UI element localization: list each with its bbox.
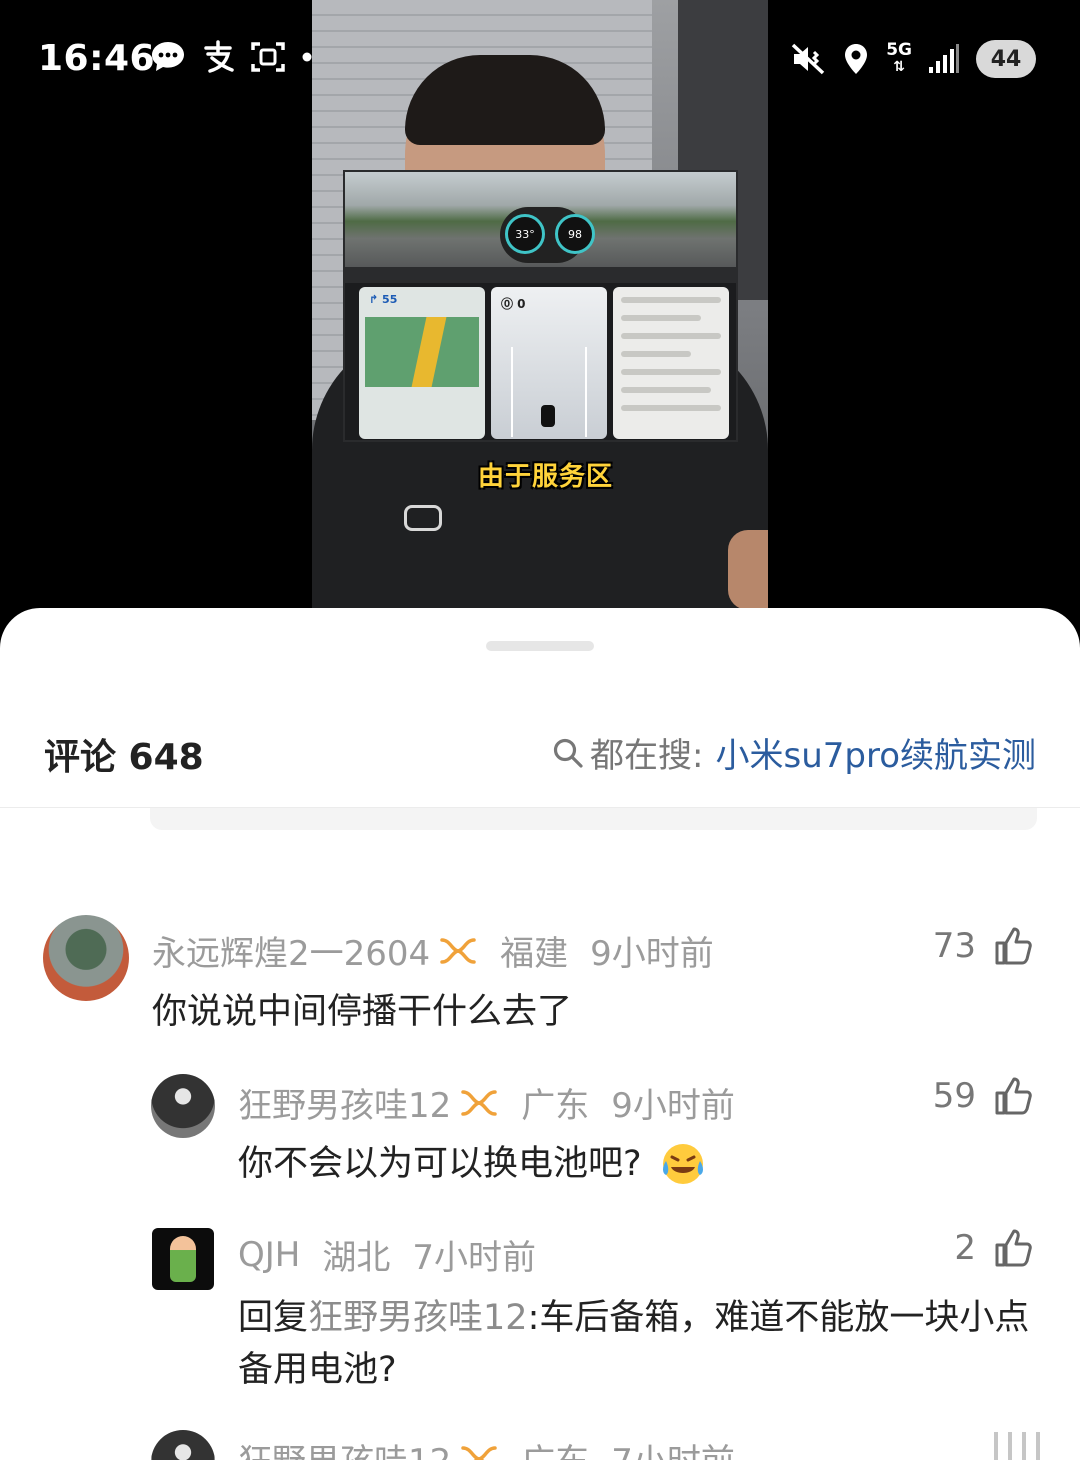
temperature-dial: 33° <box>505 214 545 254</box>
battery-dial: 98 <box>555 214 595 254</box>
alipay-icon <box>204 40 234 73</box>
reply-prefix: 回复 <box>238 1298 309 1338</box>
trending-label: 都在搜: <box>590 736 704 776</box>
info-card <box>613 287 729 439</box>
like-button[interactable]: 59 <box>933 1076 1034 1116</box>
comment-meta: QJH 湖北 7小时前 <box>238 1230 536 1279</box>
comment-location: 福建 <box>500 934 569 974</box>
comment-location: 湖北 <box>322 1238 391 1278</box>
like-button[interactable]: 2 <box>954 1228 1034 1268</box>
search-icon <box>553 738 583 768</box>
fan-badge-icon <box>461 1089 498 1116</box>
fan-badge-icon <box>440 937 476 964</box>
battery-indicator: 44 <box>976 40 1036 78</box>
dot-icon <box>302 52 312 62</box>
comment-count-title: 评论 648 <box>44 737 204 778</box>
status-time: 16:46 <box>38 38 156 79</box>
comment-time: 7小时前 <box>412 1238 536 1278</box>
avatar[interactable] <box>152 1228 214 1290</box>
trending-search[interactable]: 都在搜: 小米su7pro续航实测 <box>552 728 1036 777</box>
comment-text-row: 你不会以为可以换电池吧? <box>238 1138 706 1190</box>
avatar[interactable] <box>43 915 129 1001</box>
comment-time: 9小时前 <box>590 934 714 974</box>
driving-card: ⓪ 0 <box>491 287 607 439</box>
thumbs-up-icon <box>995 927 1032 965</box>
navigation-card: ↱ 55 <box>359 287 485 439</box>
presenter-hand <box>728 530 768 610</box>
signal-icon <box>929 44 959 73</box>
mute-vibrate-icon <box>792 43 825 75</box>
username[interactable]: 狂野男孩哇12 <box>238 1078 451 1127</box>
chat-bubble-icon <box>152 42 184 71</box>
comment-text: 你不会以为可以换电池吧? <box>238 1144 642 1184</box>
screenshot-icon <box>251 42 285 72</box>
fan-badge-icon <box>461 1445 498 1460</box>
car-screen-image: 33° 98 ↱ 55 ⓪ 0 <box>343 170 738 442</box>
comment-meta: 永远辉煌2一2604 福建 9小时前 <box>152 926 714 975</box>
comment-location: 广东 <box>521 1086 590 1126</box>
comment-location: 广东 <box>521 1434 589 1460</box>
avatar[interactable] <box>151 1074 215 1138</box>
drag-handle[interactable] <box>486 641 594 651</box>
status-bar: 16:46 5G ⇅ 44 <box>0 0 1080 120</box>
username[interactable]: 狂野男孩哇12 <box>238 1434 451 1460</box>
like-count: 59 <box>932 1076 976 1116</box>
comment-text: 你说说中间停播干什么去了 <box>152 992 573 1032</box>
car-ui-topbar <box>345 267 736 283</box>
comment-time: 7小时前 <box>611 1434 735 1460</box>
like-count: 2 <box>954 1228 976 1268</box>
like-count: 73 <box>932 926 976 966</box>
comments-header: 评论 648 都在搜: 小米su7pro续航实测 <box>0 708 1080 808</box>
thumbs-up-icon <box>995 1229 1032 1267</box>
location-icon <box>845 44 868 74</box>
avatar[interactable] <box>151 1430 215 1460</box>
gesture-nav-lines <box>994 1432 1040 1460</box>
video-subtitle: 由于服务区 <box>478 462 614 492</box>
collapsed-divider <box>150 808 1037 830</box>
username[interactable]: 永远辉煌2一2604 <box>152 926 430 975</box>
comments-sheet: 评论 648 都在搜: 小米su7pro续航实测 永远辉煌2一2604 福建 9… <box>0 608 1080 1460</box>
thumbs-up-icon <box>995 1077 1032 1115</box>
laugh-cry-emoji-icon <box>662 1144 703 1184</box>
comment-meta: 狂野男孩哇12 广东 7小时前 <box>238 1434 735 1460</box>
comment-text: 回复狂野男孩哇12:车后备箱，难道不能放一块小点备用电池? <box>238 1292 1038 1396</box>
username[interactable]: QJH <box>238 1235 300 1275</box>
like-button[interactable]: 73 <box>933 926 1034 966</box>
reply-mention-link[interactable]: 狂野男孩哇12 <box>308 1298 528 1338</box>
comment-meta: 狂野男孩哇12 广东 9小时前 <box>238 1078 735 1127</box>
trending-keyword-link[interactable]: 小米su7pro续航实测 <box>715 728 1036 777</box>
comment-time: 9小时前 <box>611 1086 735 1126</box>
network-type: 5G ⇅ <box>886 40 912 76</box>
shirt-logo <box>404 505 442 531</box>
